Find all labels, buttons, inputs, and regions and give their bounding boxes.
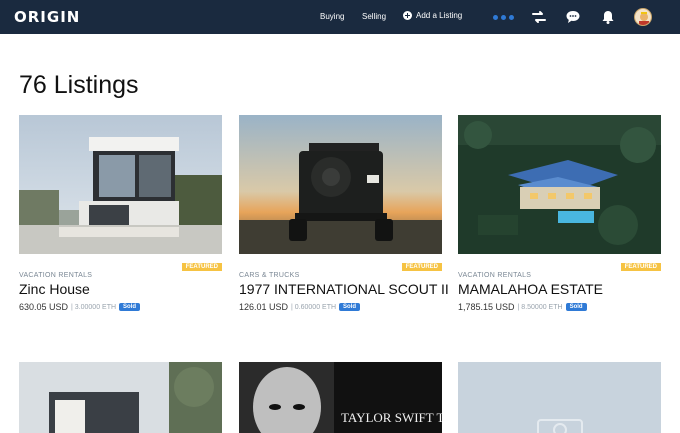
- listing-category: VACATION RENTALS: [19, 272, 93, 279]
- listing-image[interactable]: [239, 115, 442, 254]
- chat-icon[interactable]: [565, 9, 581, 25]
- top-nav-bar: ORIGIN Buying Selling Add a Listing: [0, 0, 680, 34]
- add-listing-label: Add a Listing: [416, 11, 463, 20]
- transfer-icon[interactable]: [531, 9, 547, 25]
- listing-title[interactable]: 1977 INTERNATIONAL SCOUT II: [239, 281, 449, 297]
- add-listing-link[interactable]: Add a Listing: [403, 11, 462, 20]
- album-text: TAYLOR SWIFT TI: [341, 410, 442, 425]
- featured-badge: FEATURED: [401, 263, 442, 271]
- avatar[interactable]: [634, 8, 652, 26]
- listing-price: 126.01 USD | 0.60000 ETH Sold: [239, 302, 442, 312]
- wallet-status-dots[interactable]: [493, 15, 514, 20]
- nav-selling-link[interactable]: Selling: [362, 12, 386, 21]
- listing-card-partial[interactable]: [458, 362, 661, 433]
- price-eth: | 8.50000 ETH: [517, 303, 563, 311]
- listing-image[interactable]: [19, 115, 222, 254]
- price-eth: | 3.00000 ETH: [71, 303, 117, 311]
- listing-image[interactable]: [458, 362, 661, 433]
- listing-title[interactable]: Zinc House: [19, 281, 222, 297]
- listing-image[interactable]: [19, 362, 222, 433]
- price-usd: 126.01 USD: [239, 302, 289, 312]
- price-eth: | 0.60000 ETH: [291, 303, 337, 311]
- featured-badge: FEATURED: [181, 263, 222, 271]
- sold-badge: Sold: [565, 303, 587, 311]
- listing-card[interactable]: VACATION RENTALS FEATURED MAMALAHOA ESTA…: [458, 115, 661, 312]
- listing-card[interactable]: CARS & TRUCKS FEATURED 1977 INTERNATIONA…: [239, 115, 449, 312]
- listing-category: CARS & TRUCKS: [239, 272, 300, 279]
- listing-card-partial[interactable]: [19, 362, 222, 433]
- nav-buying-link[interactable]: Buying: [320, 12, 344, 21]
- listing-category: VACATION RENTALS: [458, 272, 532, 279]
- listing-card-partial[interactable]: TAYLOR SWIFT TI: [239, 362, 442, 433]
- listing-image[interactable]: [458, 115, 661, 254]
- sold-badge: Sold: [339, 303, 361, 311]
- listing-price: 630.05 USD | 3.00000 ETH Sold: [19, 302, 222, 312]
- page-title: 76 Listings: [19, 71, 139, 99]
- price-usd: 1,785.15 USD: [458, 302, 515, 312]
- sold-badge: Sold: [119, 303, 141, 311]
- listing-title[interactable]: MAMALAHOA ESTATE: [458, 281, 661, 297]
- listing-card[interactable]: VACATION RENTALS FEATURED Zinc House 630…: [19, 115, 222, 312]
- plus-circle-icon: [403, 11, 412, 20]
- listing-image[interactable]: TAYLOR SWIFT TI: [239, 362, 442, 433]
- featured-badge: FEATURED: [620, 263, 661, 271]
- bell-icon[interactable]: [600, 9, 616, 25]
- price-usd: 630.05 USD: [19, 302, 69, 312]
- origin-logo[interactable]: ORIGIN: [14, 8, 80, 26]
- listing-price: 1,785.15 USD | 8.50000 ETH Sold: [458, 302, 661, 312]
